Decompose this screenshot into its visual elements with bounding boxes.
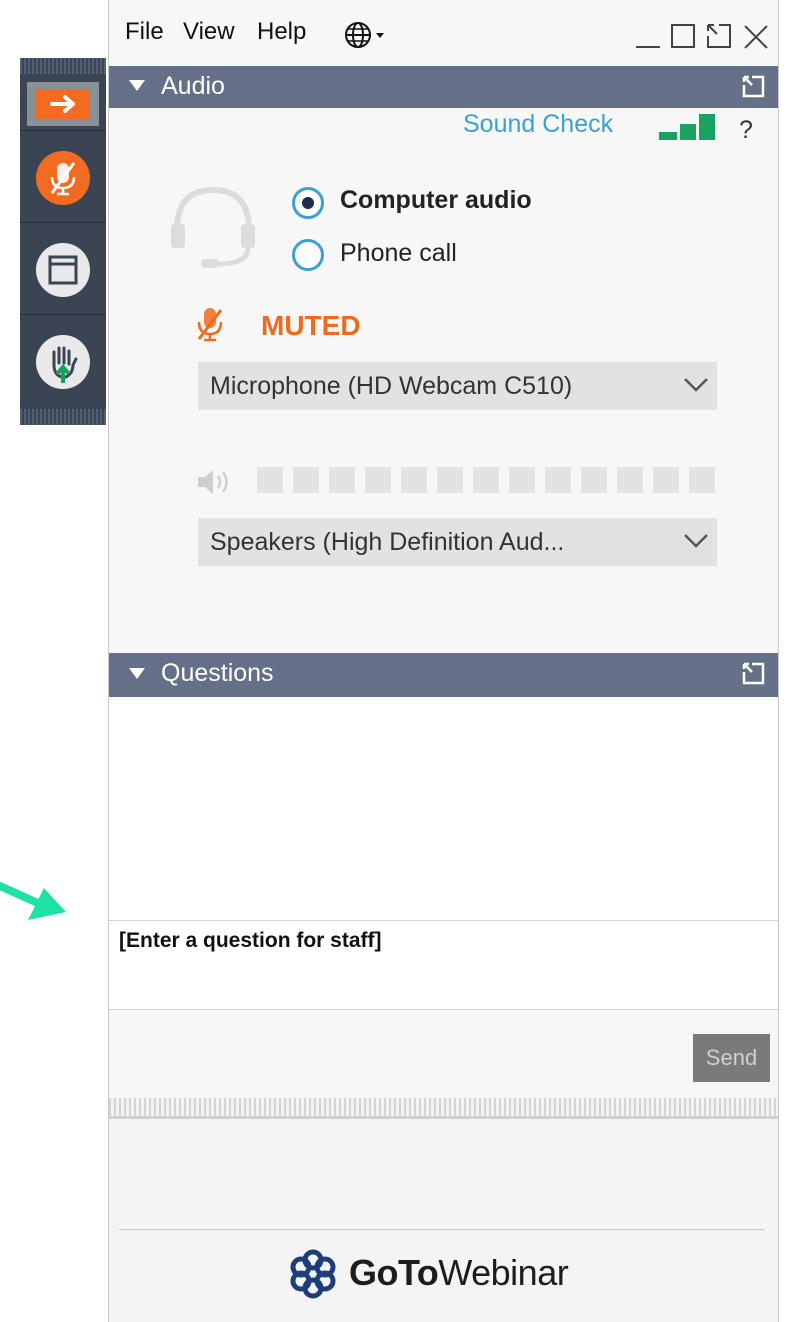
menu-view[interactable]: View xyxy=(183,18,235,46)
computer-audio-radio[interactable] xyxy=(292,187,324,219)
collapse-triangle-icon xyxy=(129,80,145,91)
question-input[interactable]: [Enter a question for staff] xyxy=(109,920,778,1010)
speakers-select[interactable]: Speakers (High Definition Aud... xyxy=(198,518,717,566)
menu-file[interactable]: File xyxy=(125,18,164,46)
microphone-muted-icon xyxy=(50,162,76,196)
level-segment xyxy=(293,467,319,493)
brand-goto: GoTo xyxy=(349,1252,439,1293)
menu-bar: File View Help xyxy=(109,0,778,66)
popout-icon[interactable] xyxy=(742,662,766,686)
questions-log xyxy=(109,697,778,920)
gotowebinar-control-panel: File View Help Audio Sound Check ? Compu… xyxy=(108,0,779,1322)
sound-check-link[interactable]: Sound Check xyxy=(463,110,613,139)
maximize-icon[interactable] xyxy=(669,22,699,52)
mute-toggle-button[interactable] xyxy=(36,151,90,205)
microphone-muted-icon[interactable] xyxy=(195,306,225,346)
mute-status[interactable]: MUTED xyxy=(261,310,361,342)
level-segment xyxy=(581,467,607,493)
minimize-icon[interactable] xyxy=(633,22,663,52)
signal-strength-icon xyxy=(659,114,715,140)
level-segment xyxy=(689,467,715,493)
level-segment xyxy=(509,467,535,493)
expand-panel-button[interactable] xyxy=(27,82,99,126)
toolbar-grip-top[interactable] xyxy=(20,58,106,74)
screen-toggle-slot xyxy=(20,222,106,315)
toolbar-grip-bottom[interactable] xyxy=(20,409,106,425)
microphone-select[interactable]: Microphone (HD Webcam C510) xyxy=(198,362,717,410)
screen-toggle-button[interactable] xyxy=(36,243,90,297)
audio-panel-header[interactable]: Audio xyxy=(109,66,778,108)
level-segment xyxy=(257,467,283,493)
microphone-select-value: Microphone (HD Webcam C510) xyxy=(210,372,573,400)
popout-icon[interactable] xyxy=(742,75,766,99)
raise-hand-icon xyxy=(52,346,78,383)
audio-help-button[interactable]: ? xyxy=(739,116,753,145)
control-toolbar xyxy=(20,58,106,425)
annotation-arrow-icon xyxy=(0,882,66,920)
raise-hand-button[interactable] xyxy=(36,335,90,389)
expand-arrow-icon xyxy=(50,95,75,113)
phone-call-label[interactable]: Phone call xyxy=(340,239,457,268)
questions-panel-title: Questions xyxy=(161,659,274,687)
gotowebinar-logo-icon xyxy=(290,1249,336,1299)
level-segment xyxy=(329,467,355,493)
resize-grip[interactable] xyxy=(109,1098,778,1119)
level-segment xyxy=(401,467,427,493)
chevron-down-icon xyxy=(684,378,708,392)
collapse-triangle-icon xyxy=(129,668,145,679)
speaker-icon xyxy=(198,470,228,494)
questions-panel-header[interactable]: Questions xyxy=(109,653,778,697)
send-button[interactable]: Send xyxy=(693,1034,770,1082)
computer-audio-label[interactable]: Computer audio xyxy=(340,186,532,215)
globe-icon[interactable] xyxy=(343,20,397,50)
speakers-select-value: Speakers (High Definition Aud... xyxy=(210,528,565,556)
mute-toggle-slot xyxy=(20,130,106,223)
footer-divider xyxy=(119,1229,765,1230)
chevron-down-icon xyxy=(684,534,708,548)
level-segment xyxy=(617,467,643,493)
audio-panel-title: Audio xyxy=(161,72,225,100)
phone-call-radio[interactable] xyxy=(292,239,324,271)
brand-logo-text: GoToWebinar xyxy=(349,1252,569,1294)
raise-hand-slot xyxy=(20,314,106,407)
popout-icon[interactable] xyxy=(705,22,735,52)
level-segment xyxy=(545,467,571,493)
level-segment xyxy=(437,467,463,493)
close-icon[interactable] xyxy=(741,22,771,52)
level-segment xyxy=(365,467,391,493)
level-segment xyxy=(473,467,499,493)
brand-webinar: Webinar xyxy=(438,1252,569,1293)
headset-icon xyxy=(171,186,255,268)
screen-icon xyxy=(48,255,78,285)
level-segment xyxy=(653,467,679,493)
question-input-placeholder: [Enter a question for staff] xyxy=(119,929,382,952)
menu-help[interactable]: Help xyxy=(257,18,306,46)
